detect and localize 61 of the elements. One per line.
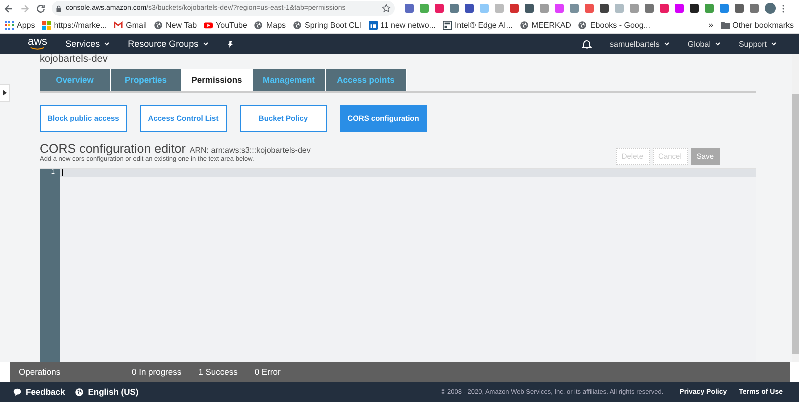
folder-icon: [720, 20, 730, 30]
star-icon[interactable]: [382, 4, 391, 13]
nav-menu[interactable]: Global: [688, 40, 721, 48]
nav-menu[interactable]: Support: [738, 40, 777, 48]
feedback-link[interactable]: Feedback: [13, 387, 66, 397]
bookmark[interactable]: https://marke...: [42, 20, 108, 30]
globe-icon: [75, 388, 84, 396]
globe-icon: [254, 20, 264, 30]
nav-menu[interactable]: Resource Groups: [128, 39, 209, 49]
caret-icon: [202, 42, 209, 46]
operation-count: 0 Error: [254, 367, 281, 377]
language-selector[interactable]: English (US): [75, 387, 139, 397]
bookmark[interactable]: Gmail: [114, 20, 148, 30]
nav-menu[interactable]: samuelbartels: [610, 40, 670, 48]
bookmark[interactable]: YouTube: [204, 20, 248, 30]
pin-icon[interactable]: [226, 40, 234, 48]
tab[interactable]: Permissions: [182, 69, 253, 91]
editor-title: CORS configuration editor: [40, 142, 186, 156]
caret-icon: [664, 42, 670, 46]
sidebar-toggle[interactable]: [0, 84, 10, 102]
operation-count: 1 Success: [198, 367, 238, 377]
other-bookmarks[interactable]: Other bookmarks: [720, 20, 794, 30]
caret-icon: [714, 42, 721, 46]
operation-count: 0 In progress: [132, 367, 182, 377]
back-icon[interactable]: [4, 4, 14, 14]
bookmark[interactable]: Apps: [5, 20, 36, 30]
play-icon: [204, 20, 214, 30]
reload-icon[interactable]: [36, 4, 46, 14]
globe-icon: [293, 20, 302, 30]
text-cursor: [62, 169, 63, 176]
aws-logo[interactable]: aws: [28, 38, 48, 50]
bookmark[interactable]: 11 new netwo...: [368, 20, 436, 30]
bookmark[interactable]: Maps: [254, 20, 286, 30]
square-icon: [368, 20, 378, 30]
arn-text: ARN: arn:aws:s3:::kojobartels-dev: [190, 146, 311, 155]
apps-grid-icon: [5, 20, 14, 30]
speech-bubble-icon: [13, 388, 22, 396]
page-icon: [442, 20, 452, 30]
tiles-icon: [42, 20, 52, 30]
lock-icon: [56, 4, 62, 12]
scrollbar[interactable]: [792, 54, 799, 362]
caret-icon: [104, 42, 110, 46]
bookmark[interactable]: MEERKAD: [520, 20, 572, 30]
caret-icon: [771, 42, 777, 46]
globe-icon: [578, 20, 588, 30]
operations-label[interactable]: Operations: [19, 367, 132, 377]
bell-icon[interactable]: [582, 39, 592, 49]
globe-icon: [520, 20, 529, 30]
bookmark[interactable]: Intel® Edge AI...: [442, 20, 513, 30]
bookmark[interactable]: Spring Boot CLI: [293, 20, 362, 30]
triangle-icon: [2, 90, 6, 96]
profile-avatar[interactable]: [765, 3, 776, 14]
bucket-title: kojobartels-dev: [40, 54, 109, 67]
bookmark[interactable]: Ebooks - Goog...: [578, 20, 650, 30]
nav-menu[interactable]: Services: [66, 39, 110, 49]
menu-icon[interactable]: [782, 4, 785, 14]
mail-icon: [114, 20, 124, 30]
more-bookmarks[interactable]: »: [708, 20, 714, 30]
globe-icon: [154, 20, 164, 30]
forward-icon[interactable]: [20, 4, 30, 14]
bookmark[interactable]: New Tab: [154, 20, 198, 30]
